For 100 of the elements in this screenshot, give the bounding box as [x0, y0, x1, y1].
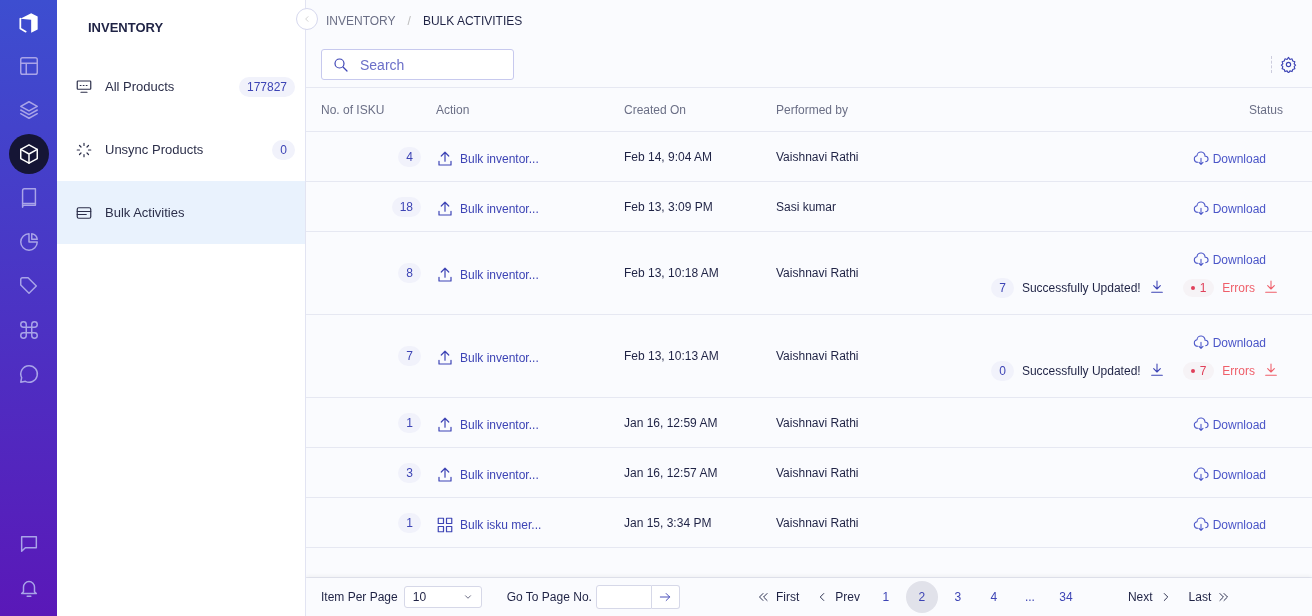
- command-icon: [17, 319, 40, 341]
- download-link[interactable]: Download: [1192, 146, 1266, 167]
- created-date: Feb 13, 3:09 PM: [624, 199, 714, 214]
- last-page-button[interactable]: Last: [1182, 590, 1238, 604]
- breadcrumb-separator: /: [407, 14, 411, 27]
- next-page-button[interactable]: Next: [1121, 590, 1179, 604]
- upload-icon: [436, 266, 454, 284]
- cloud-download-icon: [1192, 200, 1209, 217]
- chat-icon: [17, 363, 40, 385]
- action-link[interactable]: Bulk inventor...: [436, 411, 624, 434]
- upload-icon: [436, 199, 454, 218]
- cloud-download-icon: [1192, 252, 1209, 268]
- upload-icon: [436, 149, 454, 168]
- performer-name: Vaishnavi Rathi: [776, 415, 860, 430]
- count-badge: 177827: [238, 76, 295, 97]
- performer-name: Vaishnavi Rathi: [776, 349, 860, 363]
- isku-count: 3: [398, 462, 421, 483]
- created-date: Feb 13, 10:13 AM: [624, 349, 720, 363]
- performer-name: Vaishnavi Rathi: [776, 266, 860, 280]
- page-button[interactable]: 2: [905, 581, 938, 613]
- search-field[interactable]: Search: [321, 49, 514, 80]
- settings-icon: [1280, 56, 1297, 73]
- download-link[interactable]: Download: [1192, 248, 1266, 268]
- page-number-field[interactable]: [595, 585, 652, 609]
- success-label: Successfully Updated!: [1021, 281, 1141, 295]
- cloud-download-icon: [1192, 466, 1209, 483]
- sidebar-item[interactable]: Unsync Products 0: [57, 118, 305, 181]
- success-count: 7: [991, 278, 1014, 298]
- download-link[interactable]: Download: [1192, 512, 1266, 533]
- upload-icon: [436, 415, 454, 434]
- page-button[interactable]: 1: [869, 581, 902, 613]
- column-header: Created On: [624, 102, 688, 117]
- download-icon: [1148, 278, 1165, 295]
- column-header: No. of ISKU: [320, 102, 386, 117]
- action-link[interactable]: Bulk inventor...: [436, 345, 624, 367]
- page-button[interactable]: ...: [1013, 581, 1046, 613]
- isku-count: 7: [398, 346, 421, 366]
- error-label: Errors: [1222, 364, 1255, 378]
- action-link[interactable]: Bulk inventor...: [436, 195, 624, 218]
- per-page-label: Item Per Page: [321, 590, 398, 604]
- isku-count: 4: [398, 146, 421, 167]
- page-button[interactable]: 3: [941, 581, 974, 613]
- download-link[interactable]: Download: [1192, 196, 1266, 217]
- action-link[interactable]: Bulk isku mer...: [436, 511, 624, 534]
- error-download-icon: [1263, 361, 1279, 378]
- pie-chart-icon: [17, 231, 40, 253]
- created-date: Jan 15, 3:34 PM: [624, 515, 713, 530]
- success-count: 0: [991, 361, 1014, 381]
- performer-name: Vaishnavi Rathi: [776, 149, 860, 164]
- layers-icon: [17, 99, 40, 121]
- column-header: Performed by: [776, 102, 850, 117]
- breadcrumb-item[interactable]: INVENTORY: [326, 14, 396, 27]
- cloud-download-icon: [1192, 416, 1209, 433]
- sidebar-item-label: All Products: [105, 79, 176, 94]
- cloud-download-icon: [1192, 335, 1209, 351]
- download-link[interactable]: Download: [1192, 412, 1266, 433]
- tag-icon: [17, 275, 40, 297]
- breadcrumb-item: BULK ACTIVITIES: [422, 14, 523, 27]
- prev-page-button[interactable]: Prev: [809, 590, 866, 604]
- error-count: 7: [1182, 362, 1215, 380]
- download-link[interactable]: Download: [1192, 462, 1266, 483]
- chevron-down-icon: [462, 592, 473, 602]
- page-button[interactable]: 34: [1049, 581, 1082, 613]
- performer-name: Vaishnavi Rathi: [776, 465, 860, 480]
- layout-icon: [17, 55, 40, 77]
- isku-count: 1: [398, 512, 421, 533]
- upload-icon: [436, 465, 454, 484]
- created-date: Jan 16, 12:59 AM: [624, 415, 719, 430]
- isku-count: 8: [398, 263, 421, 283]
- box-icon: [17, 143, 40, 165]
- monitor-icon: [75, 77, 93, 96]
- action-link[interactable]: Bulk inventor...: [436, 461, 624, 484]
- per-page-select[interactable]: 10: [403, 586, 482, 608]
- created-date: Feb 14, 9:04 AM: [624, 149, 714, 164]
- success-label: Successfully Updated!: [1021, 364, 1141, 378]
- cloud-download-icon: [1192, 516, 1209, 533]
- error-count: 1: [1182, 279, 1215, 297]
- download-link[interactable]: Download: [1192, 331, 1266, 351]
- first-page-button[interactable]: First: [749, 590, 806, 604]
- cloud-download-icon: [1192, 150, 1209, 167]
- sidebar-item-label: Unsync Products: [105, 142, 205, 157]
- sidebar-item[interactable]: Bulk Activities: [57, 181, 305, 244]
- action-link[interactable]: Bulk inventor...: [436, 145, 624, 168]
- grid-icon: [436, 515, 454, 534]
- sidebar-item[interactable]: All Products 177827: [57, 55, 305, 118]
- count-badge: 0: [272, 139, 295, 160]
- action-link[interactable]: Bulk inventor...: [436, 262, 624, 284]
- sidebar-item-label: Bulk Activities: [105, 205, 186, 220]
- performer-name: Sasi kumar: [776, 199, 838, 214]
- created-date: Feb 13, 10:18 AM: [624, 266, 720, 280]
- go-button[interactable]: [651, 585, 680, 609]
- chevron-left-icon: [303, 13, 311, 25]
- page-button[interactable]: 4: [977, 581, 1010, 613]
- nav-item[interactable]: [8, 134, 49, 174]
- isku-count: 18: [391, 196, 421, 217]
- created-date: Jan 16, 12:57 AM: [624, 465, 719, 480]
- error-label: Errors: [1222, 281, 1255, 295]
- download-icon: [1148, 361, 1165, 378]
- column-header: Action: [436, 102, 471, 117]
- column-header: Status: [1247, 102, 1284, 117]
